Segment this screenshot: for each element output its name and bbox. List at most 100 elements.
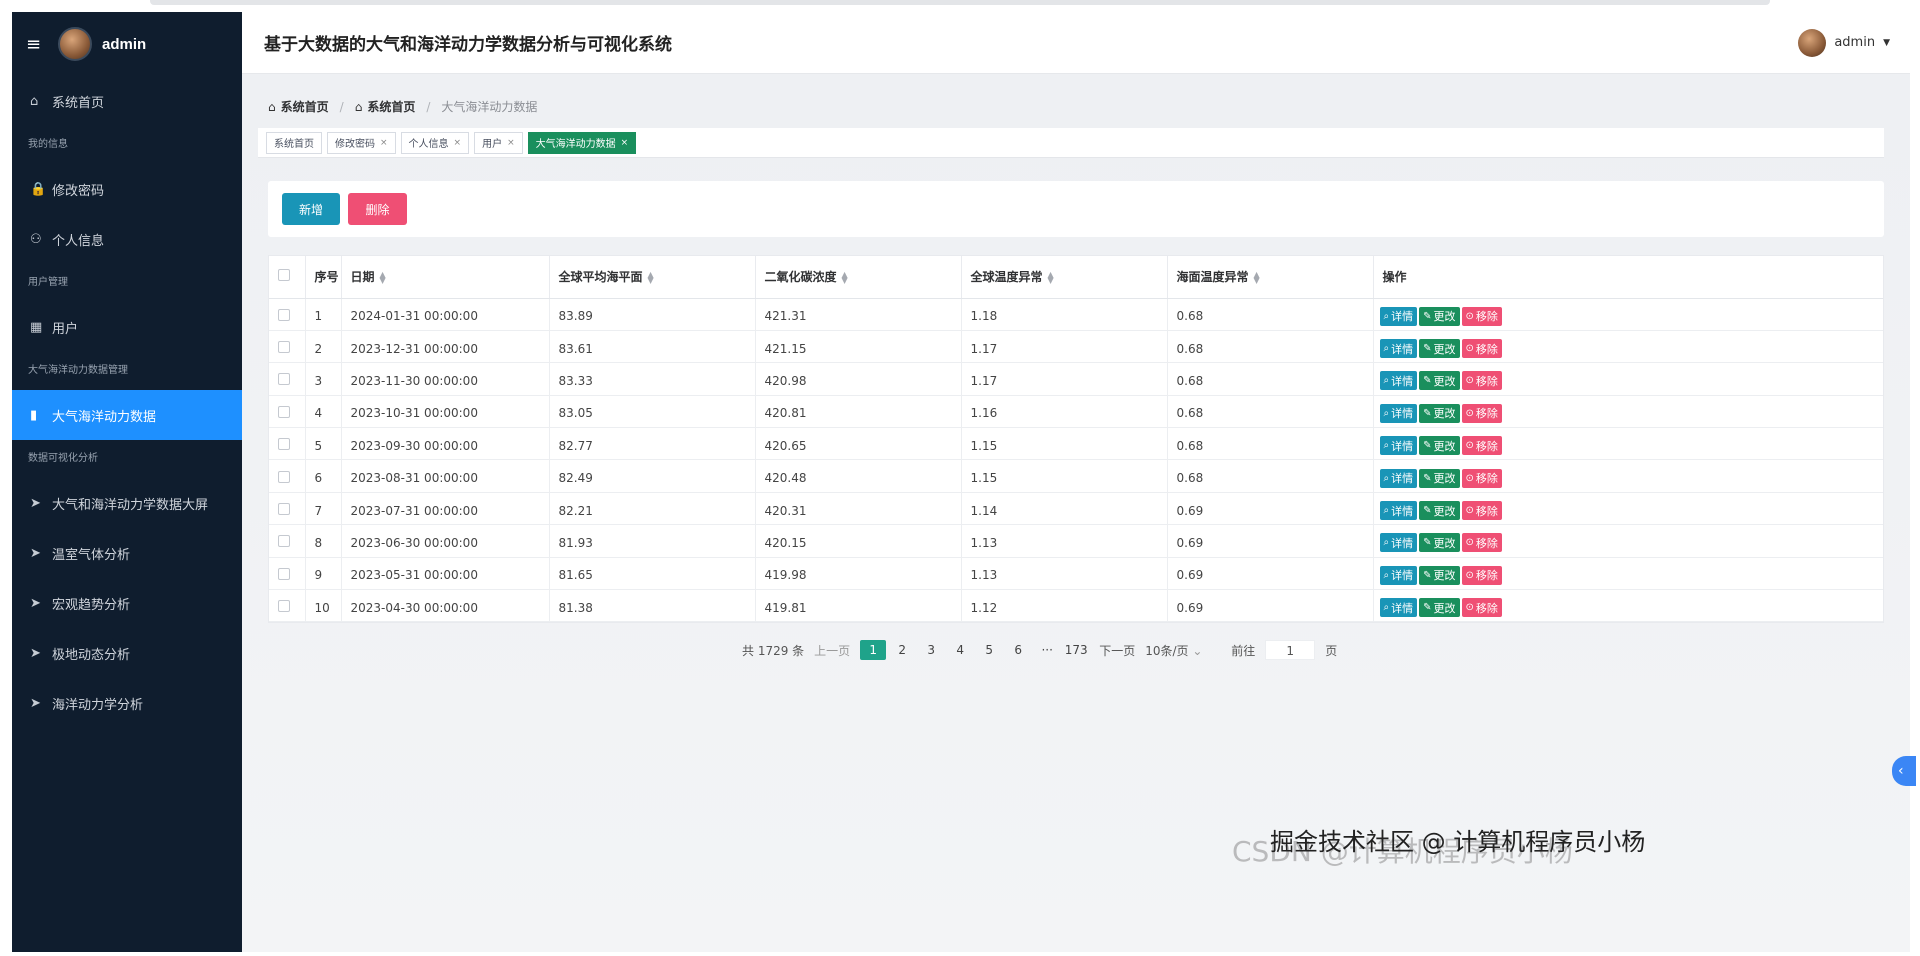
tab-tag[interactable]: 大气海洋动力数据 × [527, 131, 637, 154]
table-row[interactable]: 7 2023-07-31 00:00:00 82.21 420.31 1.14 0.69 ⌕… [269, 492, 1883, 526]
row-checkbox[interactable] [278, 341, 290, 354]
col-temp[interactable]: 全球温度异常 ▲ ▼ [961, 256, 1168, 299]
row-checkbox[interactable] [278, 470, 290, 483]
sidebar-item[interactable]: ➤ 极地动态分析 [12, 628, 242, 678]
close-icon[interactable]: × [507, 138, 515, 148]
user-dropdown[interactable]: admin ▼ [1798, 28, 1890, 57]
close-icon[interactable]: × [621, 138, 629, 148]
edit-button[interactable]: ✎ 更改 [1419, 403, 1460, 423]
remove-button[interactable]: ⊙ 移除 [1461, 501, 1502, 521]
table-row[interactable]: 6 2023-08-31 00:00:00 82.49 420.48 1.15 0.68 ⌕… [269, 459, 1883, 493]
sort-icon[interactable]: ▲ ▼ [1254, 270, 1260, 284]
next-page-button[interactable]: 下一页 [1099, 642, 1135, 659]
edit-button[interactable]: ✎ 更改 [1419, 565, 1460, 585]
edit-button[interactable]: ✎ 更改 [1419, 501, 1460, 521]
remove-button[interactable]: ⊙ 移除 [1461, 436, 1502, 456]
detail-button[interactable]: ⌕ 详情 [1379, 403, 1418, 423]
breadcrumb-item[interactable]: 系统首页 [281, 98, 329, 115]
tab-tag[interactable]: 个人信息 × [400, 131, 470, 154]
sidebar-item[interactable]: ➤ 宏观趋势分析 [12, 578, 242, 628]
row-checkbox[interactable] [278, 308, 290, 321]
page-number[interactable]: 4 [947, 640, 973, 660]
add-button[interactable]: 新增 [282, 193, 340, 225]
remove-button[interactable]: ⊙ 移除 [1461, 533, 1502, 553]
row-checkbox[interactable] [278, 438, 290, 451]
page-number[interactable]: 1 [860, 640, 887, 660]
row-checkbox[interactable] [278, 373, 290, 386]
table-row[interactable]: 3 2023-11-30 00:00:00 83.33 420.98 1.17 0.68 ⌕… [269, 362, 1883, 396]
sidebar-item[interactable]: ➤ 大气和海洋动力学数据大屏 [12, 478, 242, 528]
sidebar-item[interactable]: ▦ 用户 [12, 302, 242, 352]
select-all-checkbox[interactable] [278, 269, 290, 282]
sort-icon[interactable]: ▲ ▼ [842, 270, 848, 284]
remove-button[interactable]: ⊙ 移除 [1461, 468, 1502, 488]
page-number[interactable]: 5 [976, 640, 1002, 660]
table-row[interactable]: 5 2023-09-30 00:00:00 82.77 420.65 1.15 0.68 ⌕… [269, 427, 1883, 461]
edit-button[interactable]: ✎ 更改 [1419, 468, 1460, 488]
table-row[interactable]: 8 2023-06-30 00:00:00 81.93 420.15 1.13 0.69 ⌕… [269, 524, 1883, 558]
remove-button[interactable]: ⊙ 移除 [1461, 565, 1502, 585]
sidebar-item[interactable]: ➤ 海洋动力学分析 [12, 678, 242, 728]
detail-button[interactable]: ⌕ 详情 [1379, 501, 1418, 521]
side-panel-toggle[interactable]: ‹ [1892, 756, 1916, 786]
detail-button[interactable]: ⌕ 详情 [1379, 598, 1418, 618]
delete-button[interactable]: 删除 [348, 193, 407, 225]
table-row[interactable]: 1 2024-01-31 00:00:00 83.89 421.31 1.18 0.68 ⌕… [269, 298, 1883, 331]
detail-button[interactable]: ⌕ 详情 [1379, 468, 1418, 488]
row-checkbox[interactable] [278, 535, 290, 548]
close-icon[interactable]: × [380, 138, 388, 148]
sidebar-item[interactable]: ⌂ 系统首页 [12, 76, 242, 126]
menu-toggle-icon[interactable]: ≡ [26, 34, 52, 55]
edit-button[interactable]: ✎ 更改 [1419, 339, 1460, 359]
goto-page-input[interactable]: 1 [1265, 640, 1316, 660]
table-row[interactable]: 4 2023-10-31 00:00:00 83.05 420.81 1.16 0.68 ⌕… [269, 395, 1883, 429]
table-row[interactable]: 2 2023-12-31 00:00:00 83.61 421.15 1.17 0.68 ⌕… [269, 330, 1883, 364]
col-date[interactable]: 日期 ▲ ▼ [341, 256, 550, 299]
table-row[interactable]: 10 2023-04-30 00:00:00 81.38 419.81 1.12 0.69… [269, 589, 1883, 623]
remove-button[interactable]: ⊙ 移除 [1461, 598, 1502, 618]
col-co2[interactable]: 二氧化碳浓度 ▲ ▼ [755, 256, 962, 299]
remove-button[interactable]: ⊙ 移除 [1461, 371, 1502, 391]
more-pages-icon[interactable]: ··· [1034, 640, 1060, 660]
close-icon[interactable]: × [454, 138, 462, 148]
page-number[interactable]: 173 [1063, 640, 1089, 660]
edit-button[interactable]: ✎ 更改 [1419, 306, 1460, 326]
row-checkbox[interactable] [278, 567, 290, 580]
page-number[interactable]: 3 [918, 640, 944, 660]
remove-button[interactable]: ⊙ 移除 [1461, 339, 1502, 359]
edit-button[interactable]: ✎ 更改 [1419, 371, 1460, 391]
detail-button[interactable]: ⌕ 详情 [1379, 565, 1418, 585]
cell-sea-level: 81.93 [549, 524, 756, 558]
detail-button[interactable]: ⌕ 详情 [1379, 533, 1418, 553]
detail-button[interactable]: ⌕ 详情 [1379, 339, 1418, 359]
detail-button[interactable]: ⌕ 详情 [1379, 371, 1418, 391]
sort-icon[interactable]: ▲ ▼ [648, 270, 654, 284]
row-checkbox[interactable] [278, 600, 290, 613]
table-row[interactable]: 9 2023-05-31 00:00:00 81.65 419.98 1.13 0.69 ⌕… [269, 557, 1883, 591]
remove-button[interactable]: ⊙ 移除 [1461, 306, 1502, 326]
sort-icon[interactable]: ▲ ▼ [1048, 270, 1054, 284]
sidebar-item[interactable]: ➤ 温室气体分析 [12, 528, 242, 578]
edit-button[interactable]: ✎ 更改 [1419, 533, 1460, 553]
sidebar-item[interactable]: ▮ 大气海洋动力数据 [12, 390, 242, 440]
tab-tag[interactable]: 用户 × [474, 131, 523, 154]
page-number[interactable]: 6 [1005, 640, 1031, 660]
col-sea-level[interactable]: 全球平均海平面 ▲ ▼ [549, 256, 756, 299]
tab-tag[interactable]: 系统首页 [266, 131, 322, 154]
sidebar-item[interactable]: 🔒 修改密码 [12, 164, 242, 214]
col-sst[interactable]: 海面温度异常 ▲ ▼ [1167, 256, 1374, 299]
row-checkbox[interactable] [278, 503, 290, 516]
tab-tag[interactable]: 修改密码 × [327, 131, 396, 154]
remove-button[interactable]: ⊙ 移除 [1461, 403, 1502, 423]
sidebar-item[interactable]: ⚇ 个人信息 [12, 214, 242, 264]
detail-button[interactable]: ⌕ 详情 [1379, 436, 1418, 456]
breadcrumb-item[interactable]: 系统首页 [367, 98, 415, 115]
page-number[interactable]: 2 [889, 640, 915, 660]
page-size-select[interactable]: 10条/页 ⌄ [1145, 642, 1221, 659]
prev-page-button[interactable]: 上一页 [814, 642, 850, 659]
sort-icon[interactable]: ▲ ▼ [380, 270, 386, 284]
edit-button[interactable]: ✎ 更改 [1419, 436, 1460, 456]
row-checkbox[interactable] [278, 405, 290, 418]
detail-button[interactable]: ⌕ 详情 [1379, 306, 1418, 326]
edit-button[interactable]: ✎ 更改 [1419, 598, 1460, 618]
